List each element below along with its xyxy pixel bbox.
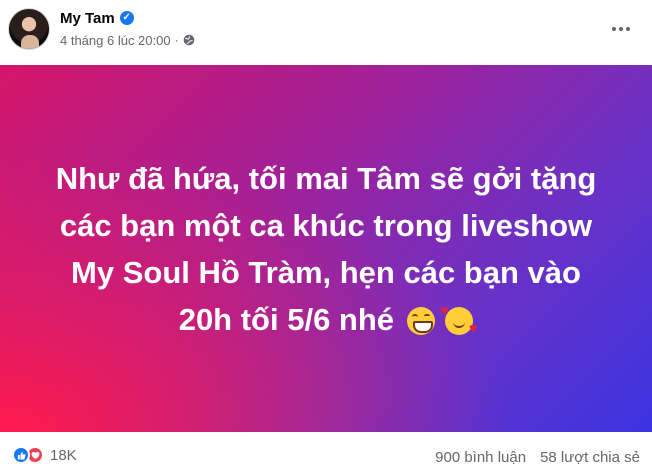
post-header: My Tam ✓ 4 tháng 6 lúc 20:00 · — [0, 0, 652, 65]
post-text-line: Như đã hứa, tối mai Tâm sẽ gởi tặng — [55, 160, 597, 196]
post-text-line: My Soul Hồ Tràm, hẹn các bạn vào — [71, 254, 581, 290]
post-text: Như đã hứa, tối mai Tâm sẽ gởi tặng các … — [26, 155, 626, 343]
post-timestamp[interactable]: 4 tháng 6 lúc 20:00 — [60, 33, 171, 48]
post-stats-bar: 18K 900 bình luận 58 lượt chia sẻ — [0, 432, 652, 476]
reactions-summary[interactable]: 18K — [12, 446, 77, 464]
comment-count[interactable]: 900 bình luận — [435, 449, 526, 466]
post-meta: 4 tháng 6 lúc 20:00 · — [60, 32, 195, 48]
avatar[interactable] — [8, 8, 50, 50]
post-text-line-last: 20h tối 5/6 nhé — [26, 296, 626, 343]
more-options-icon[interactable] — [608, 17, 634, 41]
post-text-line: các bạn một ca khúc trong liveshow — [59, 207, 593, 243]
grinning-face-emoji — [406, 306, 435, 335]
meta-separator: · — [174, 33, 179, 47]
author-name[interactable]: My Tam — [60, 10, 115, 27]
share-count[interactable]: 58 lượt chia sẻ — [540, 449, 640, 466]
globe-icon[interactable] — [183, 34, 195, 46]
reaction-count[interactable]: 18K — [50, 447, 77, 464]
author-row: My Tam ✓ — [60, 8, 134, 28]
verified-badge-icon: ✓ — [119, 11, 134, 25]
post-text-line: 20h tối 5/6 nhé — [178, 301, 395, 337]
smiling-face-with-hearts-emoji — [440, 303, 477, 335]
post-background-image[interactable]: Như đã hứa, tối mai Tâm sẽ gởi tặng các … — [0, 65, 652, 432]
like-icon — [12, 446, 30, 464]
engagement-counts: 900 bình luận 58 lượt chia sẻ — [435, 449, 640, 466]
